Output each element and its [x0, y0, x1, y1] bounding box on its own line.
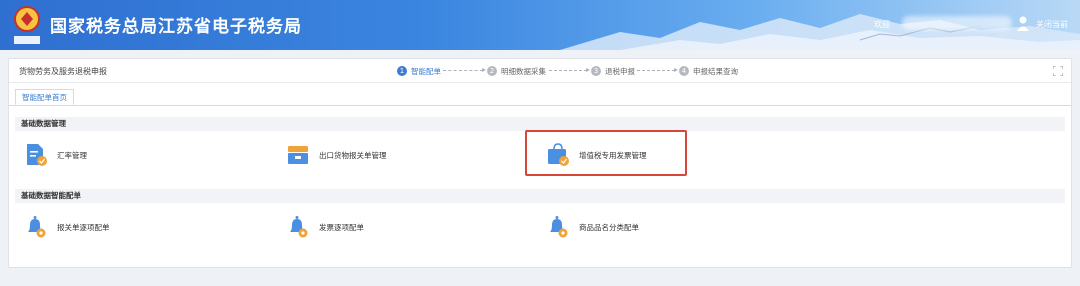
step-arrow: [443, 68, 486, 72]
welcome-text: 欢迎: [874, 20, 890, 29]
tax-emblem-icon: [14, 6, 40, 44]
highlight-box: [525, 130, 687, 176]
user-name-redacted: [902, 16, 1012, 30]
step-smart-match[interactable]: 1 智能配单: [397, 65, 441, 77]
item-declaration-match[interactable]: 报关单逐项配单: [25, 215, 110, 239]
step-detail-collect[interactable]: 2 明细数据采集: [487, 65, 546, 77]
bell-gear-icon: [550, 216, 568, 238]
item-export-declaration[interactable]: 出口货物报关单管理: [287, 143, 387, 167]
item-label: 出口货物报关单管理: [319, 150, 387, 160]
step-label: 智能配单: [411, 66, 441, 76]
bell-gear-icon: [290, 216, 308, 238]
header-banner: 国家税务总局江苏省电子税务局 欢迎 关闭当前: [0, 0, 1080, 50]
breadcrumb: 货物劳务及服务退税申报: [19, 67, 107, 76]
step-label: 明细数据采集: [501, 66, 546, 76]
tab-smart-match-home[interactable]: 智能配单首页: [15, 89, 74, 105]
section-basic-data: 基础数据管理: [15, 117, 1065, 131]
document-icon: [27, 144, 47, 166]
tab-divider: [9, 105, 1071, 106]
item-exchange-rate[interactable]: 汇率管理: [25, 143, 87, 167]
close-current-link[interactable]: 关闭当前: [1036, 19, 1068, 30]
step-result-query[interactable]: 4 申报结果查询: [679, 65, 738, 77]
section-smart-match: 基础数据智能配单: [15, 189, 1065, 203]
item-label: 发票逐项配单: [319, 222, 364, 232]
step-number: 3: [591, 66, 601, 76]
item-product-category-match[interactable]: 商品品名分类配单: [547, 215, 639, 239]
user-icon[interactable]: [1016, 15, 1030, 31]
item-invoice-match[interactable]: 发票逐项配单: [287, 215, 364, 239]
step-number: 4: [679, 66, 689, 76]
item-label: 报关单逐项配单: [57, 222, 110, 232]
bell-gear-icon: [28, 216, 46, 238]
main-panel: 货物劳务及服务退税申报 1 智能配单 2 明细数据采集 3 退税申报 4 申报结…: [8, 58, 1072, 268]
step-number: 1: [397, 66, 407, 76]
item-label: 汇率管理: [57, 150, 87, 160]
step-bar: 货物劳务及服务退税申报 1 智能配单 2 明细数据采集 3 退税申报 4 申报结…: [9, 59, 1071, 83]
site-title: 国家税务总局江苏省电子税务局: [50, 17, 302, 37]
fullscreen-icon[interactable]: [1053, 66, 1063, 76]
briefcase-icon: [288, 146, 308, 164]
step-label: 退税申报: [605, 66, 635, 76]
step-arrow: [549, 68, 590, 72]
step-number: 2: [487, 66, 497, 76]
step-arrow: [637, 68, 678, 72]
step-refund-declare[interactable]: 3 退税申报: [591, 65, 635, 77]
step-label: 申报结果查询: [693, 66, 738, 76]
item-label: 商品品名分类配单: [579, 222, 639, 232]
